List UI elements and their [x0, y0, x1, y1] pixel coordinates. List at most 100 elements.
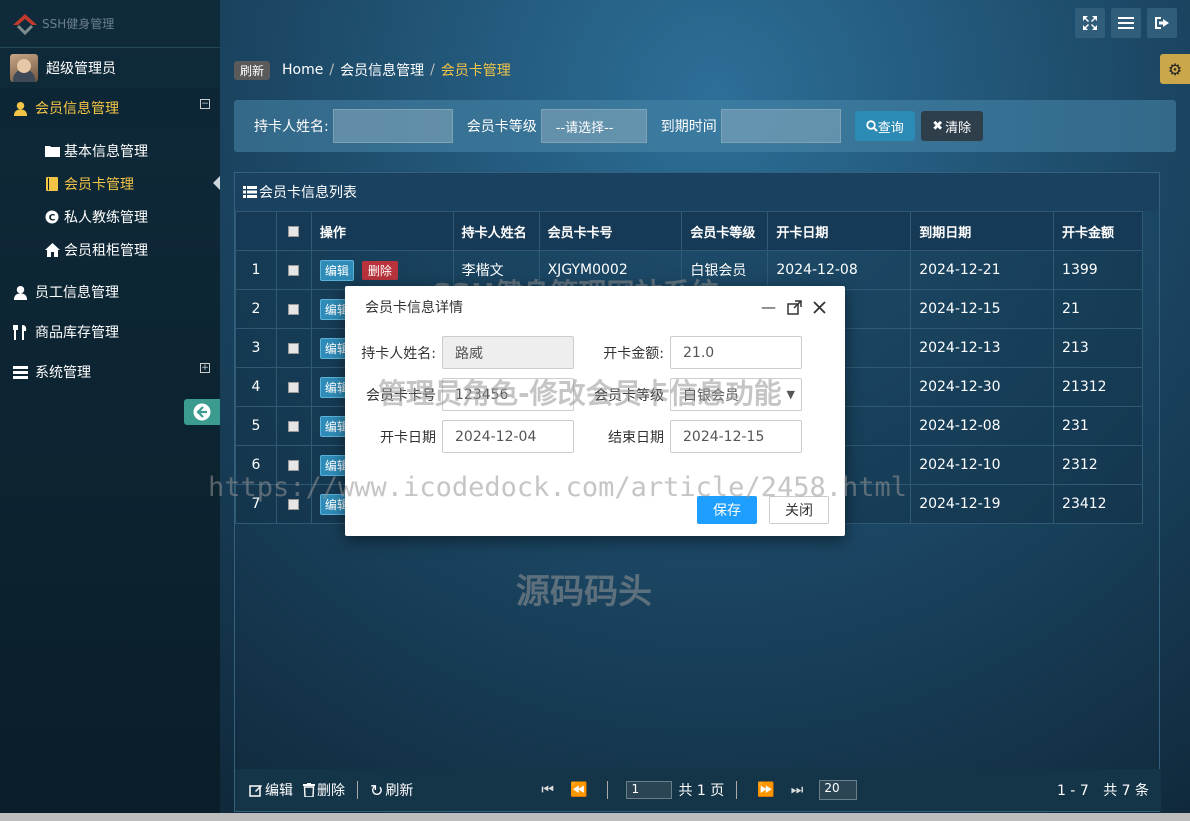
close-icon[interactable]	[813, 301, 826, 314]
member-submenu: 基本信息管理 会员卡管理 C 私人教练管理 会员租柜管理	[0, 128, 220, 272]
col-card-number[interactable]: 会员卡卡号	[538, 211, 683, 251]
cell-end-date: 2024-12-19	[910, 484, 1055, 524]
clear-button[interactable]: ✖ 清除	[920, 111, 983, 141]
expire-date-input[interactable]	[720, 109, 841, 143]
row-checkbox[interactable]	[275, 406, 312, 446]
logout-icon	[1155, 17, 1169, 29]
select-all-checkbox[interactable]	[275, 211, 312, 251]
menu-button[interactable]	[1111, 8, 1141, 38]
cell-end-date: 2024-12-10	[910, 445, 1055, 485]
save-button[interactable]: 保存	[697, 496, 757, 524]
row-actions: 编辑删除	[310, 250, 454, 290]
fullscreen-button[interactable]	[1075, 8, 1105, 38]
nav-goods-stock[interactable]: 商品库存管理	[0, 312, 220, 352]
member-card-detail-dialog: 会员卡信息详情 — 持卡人姓名: 路威 开卡金额: 21.0 会员卡卡号 123…	[345, 286, 845, 536]
settings-button[interactable]: ⚙	[1160, 54, 1190, 84]
close-button[interactable]: 关闭	[769, 496, 829, 524]
breadcrumb-parent[interactable]: 会员信息管理	[340, 60, 424, 80]
pager-edit-button[interactable]: 编辑	[249, 780, 293, 800]
row-checkbox[interactable]	[275, 484, 312, 524]
end-date-label: 结束日期	[608, 429, 664, 446]
edit-icon	[249, 785, 262, 797]
pager-range: 1 - 7	[1056, 783, 1089, 799]
collapse-minus-icon[interactable]: −	[200, 99, 210, 109]
end-date-field[interactable]: 2024-12-15	[670, 420, 802, 453]
folder-icon	[44, 144, 60, 157]
card-level-value: 白银会员	[683, 387, 739, 404]
cell-card-level: 白银会员	[681, 250, 769, 290]
sub-personal-trainer[interactable]: C 私人教练管理	[0, 200, 220, 233]
table-row[interactable]: 1 编辑 删除 李楷文 XJGYM0002 白银会员 2024-12-08 2024-12-2…	[235, 250, 1143, 290]
cell-amount: 231	[1053, 406, 1143, 446]
amount-field[interactable]: 21.0	[670, 336, 802, 369]
divider	[736, 781, 738, 799]
nav-member-info[interactable]: 会员信息管理 −	[0, 88, 220, 128]
cell-end-date: 2024-12-08	[910, 406, 1055, 446]
row-checkbox[interactable]	[275, 445, 312, 485]
sub-member-card[interactable]: 会员卡管理	[0, 167, 220, 200]
sub-basic-info[interactable]: 基本信息管理	[0, 134, 220, 167]
prev-page-icon[interactable]: ⏪	[570, 782, 587, 798]
horizontal-scrollbar[interactable]	[0, 813, 1190, 821]
open-date-row: 开卡日期 2024-12-04	[350, 420, 574, 453]
card-level-label: 会员卡等级	[594, 387, 664, 404]
holder-name-row: 持卡人姓名: 路威	[350, 336, 574, 369]
sub-locker-rental[interactable]: 会员租柜管理	[0, 233, 220, 266]
logout-button[interactable]	[1147, 8, 1177, 38]
sub-locker-rental-label: 会员租柜管理	[64, 242, 148, 259]
card-level-row: 会员卡等级 白银会员 ▼	[578, 378, 802, 411]
row-checkbox[interactable]	[275, 289, 312, 329]
pager-delete-button[interactable]: 删除	[303, 780, 345, 800]
card-level-select[interactable]: 白银会员 ▼	[670, 378, 802, 411]
maximize-icon[interactable]	[787, 300, 802, 315]
fullscreen-icon	[1083, 16, 1097, 30]
sub-personal-trainer-label: 私人教练管理	[64, 209, 148, 226]
col-card-level[interactable]: 会员卡等级	[681, 211, 769, 251]
row-delete-button[interactable]: 删除	[361, 260, 398, 280]
page-size-select[interactable]: 20	[819, 780, 858, 800]
breadcrumb-home[interactable]: Home	[282, 62, 323, 78]
nav-system[interactable]: 系统管理 +	[0, 352, 220, 392]
cutlery-icon	[11, 324, 29, 340]
row-edit-button[interactable]: 编辑	[319, 259, 354, 281]
card-number-row: 会员卡卡号 123456	[350, 378, 574, 411]
expand-plus-icon[interactable]: +	[200, 363, 210, 373]
row-checkbox[interactable]	[275, 328, 312, 368]
expire-date-label: 到期时间	[660, 119, 717, 135]
row-checkbox[interactable]	[275, 250, 312, 290]
nav-goods-stock-label: 商品库存管理	[35, 325, 119, 341]
row-number: 6	[235, 445, 277, 485]
col-holder-name[interactable]: 持卡人姓名	[452, 211, 540, 251]
hamburger-icon	[1118, 17, 1134, 29]
pager-refresh-button[interactable]: ↻ 刷新	[370, 780, 413, 800]
user-panel[interactable]: 超级管理员	[0, 48, 220, 88]
cell-amount: 1399	[1053, 250, 1143, 290]
holder-name-input[interactable]	[332, 109, 453, 143]
card-level-select[interactable]: --请选择--	[540, 109, 647, 143]
home-icon	[44, 242, 60, 257]
col-open-date[interactable]: 开卡日期	[767, 211, 912, 251]
grid-title: 会员卡信息列表	[235, 173, 1159, 211]
cell-end-date: 2024-12-13	[910, 328, 1055, 368]
row-checkbox[interactable]	[275, 367, 312, 407]
holder-name-label: 持卡人姓名:	[361, 345, 436, 362]
query-button[interactable]: 查询	[854, 111, 915, 141]
page-number-input[interactable]: 1	[626, 781, 673, 799]
user-name: 超级管理员	[46, 61, 116, 77]
last-page-icon[interactable]: ⏭	[791, 782, 804, 798]
pager-edit-label: 编辑	[265, 783, 293, 799]
first-page-icon[interactable]: ⏮	[541, 782, 554, 798]
col-amount[interactable]: 开卡金额	[1053, 211, 1143, 251]
holder-name-field[interactable]: 路威	[442, 336, 574, 369]
nav-staff-info[interactable]: 员工信息管理	[0, 272, 220, 312]
user-icon	[11, 285, 29, 300]
next-page-icon[interactable]: ⏩	[757, 782, 774, 798]
open-date-field[interactable]: 2024-12-04	[442, 420, 574, 453]
cell-amount: 21312	[1053, 367, 1143, 407]
refresh-tab-button[interactable]: 刷新	[234, 60, 271, 80]
col-end-date[interactable]: 到期日期	[910, 211, 1055, 251]
minimize-icon[interactable]: —	[761, 298, 776, 316]
sidebar-collapse-button[interactable]	[184, 399, 220, 425]
card-number-field[interactable]: 123456	[442, 378, 574, 411]
copyright-icon: C	[44, 210, 60, 224]
